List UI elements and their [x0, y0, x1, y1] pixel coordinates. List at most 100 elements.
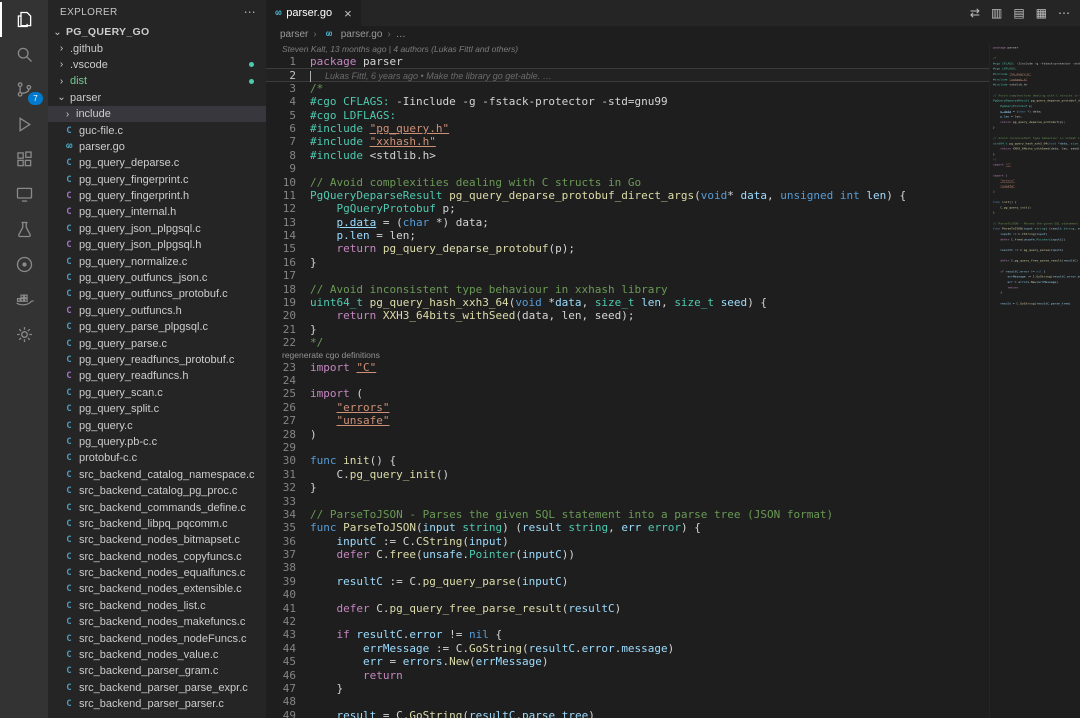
- explorer-icon[interactable]: [0, 2, 48, 37]
- tree-item-src_backend_parser_parser.c[interactable]: Csrc_backend_parser_parser.c: [48, 696, 266, 712]
- code-line-25[interactable]: 25import (: [266, 387, 989, 400]
- code-line-49[interactable]: 49 result = C.GoString(resultC.parse_tre…: [266, 709, 989, 718]
- code-line-6[interactable]: 6#include "pg_query.h": [266, 122, 989, 135]
- breadcrumb-symbol[interactable]: …: [396, 29, 406, 40]
- code-line-37[interactable]: 37 defer C.free(unsafe.Pointer(inputC)): [266, 548, 989, 561]
- tree-item-src_backend_nodes_bitmapset.c[interactable]: Csrc_backend_nodes_bitmapset.c: [48, 532, 266, 548]
- code-line-15[interactable]: 15 return pg_query_deparse_protobuf(p);: [266, 242, 989, 255]
- tree-item-pg_query_outfuncs_protobuf.c[interactable]: Cpg_query_outfuncs_protobuf.c: [48, 286, 266, 302]
- tree-item-protobuf-c.c[interactable]: Cprotobuf-c.c: [48, 450, 266, 466]
- tree-item-src_backend_nodes_copyfuncs.c[interactable]: Csrc_backend_nodes_copyfuncs.c: [48, 549, 266, 565]
- code-line-17[interactable]: 17: [266, 269, 989, 282]
- code-line-41[interactable]: 41 defer C.pg_query_free_parse_result(re…: [266, 602, 989, 615]
- remote-explorer-icon[interactable]: [0, 177, 48, 212]
- tree-item-pg_query_deparse.c[interactable]: Cpg_query_deparse.c: [48, 155, 266, 171]
- codelens[interactable]: regenerate cgo definitions: [266, 350, 989, 361]
- tree-item-src_backend_nodes_nodeFuncs.c[interactable]: Csrc_backend_nodes_nodeFuncs.c: [48, 630, 266, 646]
- tree-item-src_backend_commands_define.c[interactable]: Csrc_backend_commands_define.c: [48, 499, 266, 515]
- code-line-29[interactable]: 29: [266, 441, 989, 454]
- code-line-47[interactable]: 47 }: [266, 682, 989, 695]
- tab-parser-go[interactable]: GO parser.go ×: [266, 0, 361, 26]
- code-line-31[interactable]: 31 C.pg_query_init(): [266, 468, 989, 481]
- tree-item-.github[interactable]: ›.github: [48, 40, 266, 56]
- docker-icon[interactable]: [0, 282, 48, 317]
- code-line-3[interactable]: 3/*: [266, 82, 989, 95]
- split-editor-icon[interactable]: ▥: [991, 6, 1002, 20]
- record-icon[interactable]: [0, 247, 48, 282]
- code-editor[interactable]: Steven Kalt, 13 months ago | 4 authors (…: [266, 43, 989, 718]
- code-line-11[interactable]: 11PgQueryDeparseResult pg_query_deparse_…: [266, 189, 989, 202]
- code-line-35[interactable]: 35func ParseToJSON(input string) (result…: [266, 521, 989, 534]
- tree-item-pg_query_outfuncs_json.c[interactable]: Cpg_query_outfuncs_json.c: [48, 270, 266, 286]
- tree-item-pg_query.pb-c.c[interactable]: Cpg_query.pb-c.c: [48, 434, 266, 450]
- code-line-38[interactable]: 38: [266, 561, 989, 574]
- tree-item-pg_query_internal.h[interactable]: Cpg_query_internal.h: [48, 204, 266, 220]
- tree-item-pg_query_readfuncs_protobuf.c[interactable]: Cpg_query_readfuncs_protobuf.c: [48, 352, 266, 368]
- tree-item-pg_query_scan.c[interactable]: Cpg_query_scan.c: [48, 385, 266, 401]
- code-line-27[interactable]: 27 "unsafe": [266, 414, 989, 427]
- run-debug-icon[interactable]: [0, 107, 48, 142]
- tree-item-src_backend_nodes_makefuncs.c[interactable]: Csrc_backend_nodes_makefuncs.c: [48, 614, 266, 630]
- code-line-46[interactable]: 46 return: [266, 669, 989, 682]
- tree-item-.vscode[interactable]: ›.vscode: [48, 57, 266, 73]
- code-line-10[interactable]: 10// Avoid complexities dealing with C s…: [266, 176, 989, 189]
- code-line-24[interactable]: 24: [266, 374, 989, 387]
- tree-item-src_backend_catalog_namespace.c[interactable]: Csrc_backend_catalog_namespace.c: [48, 467, 266, 483]
- code-line-23[interactable]: 23import "C": [266, 361, 989, 374]
- tree-item-src_backend_nodes_equalfuncs.c[interactable]: Csrc_backend_nodes_equalfuncs.c: [48, 565, 266, 581]
- tree-item-pg_query_fingerprint.h[interactable]: Cpg_query_fingerprint.h: [48, 188, 266, 204]
- explorer-more-actions-icon[interactable]: ⋯: [244, 5, 256, 19]
- code-line-32[interactable]: 32}: [266, 481, 989, 494]
- tree-item-dist[interactable]: ›dist: [48, 73, 266, 89]
- code-line-42[interactable]: 42: [266, 615, 989, 628]
- tree-item-src_backend_catalog_pg_proc.c[interactable]: Csrc_backend_catalog_pg_proc.c: [48, 483, 266, 499]
- tree-item-parser[interactable]: ⌄parser: [48, 90, 266, 106]
- code-line-2[interactable]: 2Lukas Fittl, 6 years ago • Make the lib…: [266, 68, 989, 81]
- code-line-21[interactable]: 21}: [266, 323, 989, 336]
- code-line-9[interactable]: 9: [266, 162, 989, 175]
- breadcrumb-file[interactable]: parser.go: [341, 29, 383, 40]
- extensions-icon[interactable]: [0, 142, 48, 177]
- code-line-13[interactable]: 13 p.data = (char *) data;: [266, 216, 989, 229]
- tree-item-guc-file.c[interactable]: Cguc-file.c: [48, 122, 266, 138]
- tree-item-include[interactable]: ›include: [48, 106, 266, 122]
- code-line-8[interactable]: 8#include <stdlib.h>: [266, 149, 989, 162]
- code-line-20[interactable]: 20 return XXH3_64bits_withSeed(data, len…: [266, 309, 989, 322]
- tree-item-src_backend_nodes_extensible.c[interactable]: Csrc_backend_nodes_extensible.c: [48, 581, 266, 597]
- code-line-22[interactable]: 22*/: [266, 336, 989, 349]
- tree-item-src_backend_parser_gram.c[interactable]: Csrc_backend_parser_gram.c: [48, 663, 266, 679]
- tab-close-icon[interactable]: ×: [344, 6, 352, 21]
- code-line-30[interactable]: 30func init() {: [266, 454, 989, 467]
- search-icon[interactable]: [0, 37, 48, 72]
- code-line-19[interactable]: 19uint64_t pg_query_hash_xxh3_64(void *d…: [266, 296, 989, 309]
- code-line-40[interactable]: 40: [266, 588, 989, 601]
- tree-item-pg_query.c[interactable]: Cpg_query.c: [48, 417, 266, 433]
- tree-item-PG_QUERY_GO[interactable]: ⌄PG_QUERY_GO: [48, 24, 266, 40]
- testing-icon[interactable]: [0, 212, 48, 247]
- code-line-18[interactable]: 18// Avoid inconsistent type behaviour i…: [266, 283, 989, 296]
- code-line-1[interactable]: 1package parser: [266, 55, 989, 68]
- source-control-icon[interactable]: 7: [0, 72, 48, 107]
- code-line-45[interactable]: 45 err = errors.New(errMessage): [266, 655, 989, 668]
- tree-item-parser.go[interactable]: GOparser.go: [48, 139, 266, 155]
- open-changes-icon[interactable]: ⇄: [970, 6, 980, 20]
- more-actions-icon[interactable]: ⋯: [1058, 6, 1070, 20]
- tree-item-pg_query_parse_plpgsql.c[interactable]: Cpg_query_parse_plpgsql.c: [48, 319, 266, 335]
- code-line-34[interactable]: 34// ParseToJSON - Parses the given SQL …: [266, 508, 989, 521]
- toggle-panel-icon[interactable]: ▤: [1013, 6, 1024, 20]
- tree-item-src_backend_nodes_value.c[interactable]: Csrc_backend_nodes_value.c: [48, 647, 266, 663]
- code-line-44[interactable]: 44 errMessage := C.GoString(resultC.erro…: [266, 642, 989, 655]
- tree-item-pg_query_split.c[interactable]: Cpg_query_split.c: [48, 401, 266, 417]
- tree-item-src_backend_parser_parse_expr.c[interactable]: Csrc_backend_parser_parse_expr.c: [48, 680, 266, 696]
- code-line-48[interactable]: 48: [266, 695, 989, 708]
- tree-item-src_backend_libpq_pqcomm.c[interactable]: Csrc_backend_libpq_pqcomm.c: [48, 516, 266, 532]
- code-line-33[interactable]: 33: [266, 495, 989, 508]
- minimap[interactable]: package parser/*#cgo CFLAGS: -Iinclude -…: [989, 43, 1080, 718]
- code-line-14[interactable]: 14 p.len = len;: [266, 229, 989, 242]
- tree-item-src_backend_nodes_list.c[interactable]: Csrc_backend_nodes_list.c: [48, 598, 266, 614]
- tree-item-pg_query_json_plpgsql.h[interactable]: Cpg_query_json_plpgsql.h: [48, 237, 266, 253]
- code-line-12[interactable]: 12 PgQueryProtobuf p;: [266, 202, 989, 215]
- code-line-43[interactable]: 43 if resultC.error != nil {: [266, 628, 989, 641]
- code-line-4[interactable]: 4#cgo CFLAGS: -Iinclude -g -fstack-prote…: [266, 95, 989, 108]
- tree-item-pg_query_fingerprint.c[interactable]: Cpg_query_fingerprint.c: [48, 172, 266, 188]
